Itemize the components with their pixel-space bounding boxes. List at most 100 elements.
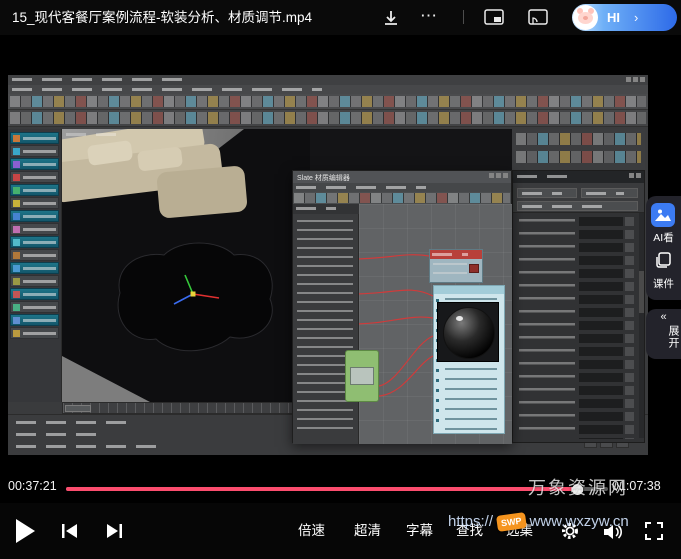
toolbar-icons	[10, 112, 646, 124]
layer-color-chip	[13, 187, 20, 194]
layer-color-chip	[13, 291, 20, 298]
courseware-icon[interactable]	[654, 251, 672, 269]
material-preview-sphere	[443, 307, 495, 359]
expand-tab[interactable]: « 展开	[646, 309, 681, 359]
playback-speed-button[interactable]: 倍速	[298, 503, 325, 559]
avatar	[573, 5, 598, 30]
layer-row	[10, 210, 59, 222]
max-main-toolbar	[8, 94, 648, 110]
node-title-text	[432, 253, 468, 256]
episodes-button[interactable]: 选集	[506, 503, 533, 559]
material-editor-title: Slate 材质编辑器	[297, 173, 350, 183]
layer-color-chip	[13, 200, 20, 207]
menu-text	[296, 186, 426, 189]
slate-material-editor-window: Slate 材质编辑器	[292, 170, 512, 443]
max-menu-items	[12, 88, 322, 91]
material-editor-toolbar	[293, 192, 511, 204]
transform-gizmo	[165, 274, 225, 314]
status-text	[16, 421, 136, 424]
render-settings-header	[513, 183, 644, 213]
status-text	[16, 433, 106, 436]
url-suffix: www.wxzyw.cn	[530, 513, 629, 530]
more-menu-icon[interactable]: ⋯	[420, 0, 438, 32]
progress-bar[interactable]	[66, 487, 608, 491]
layer-color-chip	[13, 278, 20, 285]
layer-color-chip	[13, 330, 20, 337]
window-buttons	[489, 173, 508, 178]
user-avatar-pill[interactable]: HI ›	[572, 4, 677, 31]
layer-label-stripe	[23, 293, 56, 296]
find-button[interactable]: 查找	[456, 503, 483, 559]
layer-color-chip	[13, 213, 20, 220]
max-right-toolbar-strip	[512, 129, 645, 170]
map-node-body	[350, 367, 374, 385]
node-view	[359, 204, 512, 444]
control-bar: https://SWPwww.wxzyw.cn 倍速 超清 字幕 查找 选集	[0, 503, 681, 559]
mini-window-icon[interactable]	[484, 9, 504, 25]
layer-label-stripe	[23, 189, 56, 192]
window-buttons	[629, 173, 641, 178]
quality-button[interactable]: 超清	[354, 503, 381, 559]
layer-color-chip	[13, 252, 20, 259]
layer-label-stripe	[23, 137, 56, 140]
previous-episode-button[interactable]	[60, 522, 80, 540]
layer-row	[10, 197, 59, 209]
video-surface[interactable]: Slate 材质编辑器	[0, 35, 681, 503]
brand-watermark: 万象资源网	[528, 474, 628, 500]
next-episode-button[interactable]	[104, 522, 124, 540]
layer-row	[10, 288, 59, 300]
layer-label-stripe	[23, 228, 56, 231]
layer-row	[10, 262, 59, 274]
subtitles-button[interactable]: 字幕	[406, 503, 433, 559]
material-editor-title-bar: Slate 材质编辑器	[293, 171, 511, 183]
layer-label-stripe	[23, 267, 56, 270]
layer-row	[10, 249, 59, 261]
layer-row	[10, 236, 59, 248]
toolbar-icons	[516, 151, 641, 163]
layer-label-stripe	[23, 202, 56, 205]
layer-color-chip	[13, 148, 20, 155]
layer-label-stripe	[23, 332, 56, 335]
expand-label: 展开	[646, 325, 681, 349]
render-settings-title-bar	[513, 171, 644, 183]
toolbar-icons	[10, 96, 646, 107]
ai-watch-label[interactable]: AI看	[646, 230, 681, 245]
parameter-labels	[519, 219, 575, 439]
side-tools-panel: AI看 课件	[646, 196, 681, 300]
max-title-text	[12, 78, 182, 81]
layer-color-chip	[13, 239, 20, 246]
layer-color-chip	[13, 304, 20, 311]
layer-color-chip	[13, 226, 20, 233]
sofa-chaise	[156, 165, 248, 218]
layer-row	[10, 301, 59, 313]
toolbar-icons	[516, 133, 641, 145]
screen-cast-icon[interactable]	[528, 9, 548, 25]
url-prefix: https://	[448, 513, 493, 530]
layer-label-stripe	[23, 163, 56, 166]
layer-label-stripe	[23, 176, 56, 179]
parameter-rows	[513, 213, 646, 444]
download-icon[interactable]	[382, 9, 400, 27]
scrollbar	[639, 213, 644, 438]
layer-label-stripe	[23, 150, 56, 153]
layer-color-chip	[13, 135, 20, 142]
node-header	[434, 286, 504, 294]
viewport-label	[66, 133, 120, 136]
max-secondary-toolbar	[8, 110, 648, 127]
time-slider	[65, 405, 91, 412]
play-button[interactable]	[16, 519, 35, 543]
max-title-bar	[8, 75, 648, 85]
layer-row	[10, 275, 59, 287]
layer-row	[10, 158, 59, 170]
swp-badge: SWP	[496, 512, 526, 532]
toolbar-icons	[294, 193, 510, 203]
layer-color-chip	[13, 317, 20, 324]
courseware-label[interactable]: 课件	[646, 276, 681, 291]
browser-header-text	[296, 207, 336, 210]
layer-label-stripe	[23, 215, 56, 218]
max-viewport	[62, 129, 310, 402]
header-button	[517, 188, 577, 198]
ai-watch-icon[interactable]	[651, 203, 675, 227]
fullscreen-icon[interactable]	[644, 521, 664, 541]
current-time: 00:37:21	[8, 479, 57, 493]
